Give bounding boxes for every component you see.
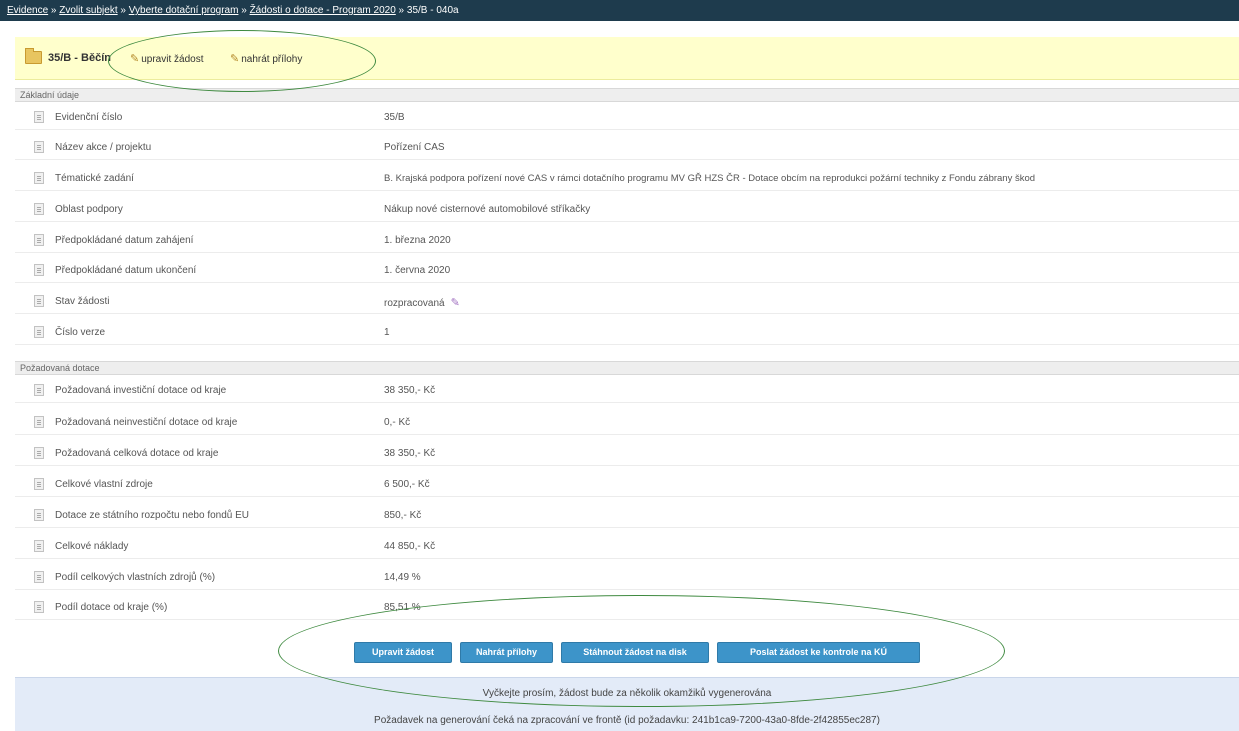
row-label: Tématické zadání (55, 173, 134, 184)
document-icon (34, 416, 44, 428)
row-label: Požadovaná celková dotace od kraje (55, 448, 219, 459)
row-value: 0,- Kč (384, 417, 411, 428)
document-icon (34, 295, 44, 307)
document-icon (34, 326, 44, 338)
detail-row: Podíl celkových vlastních zdrojů (%) 14,… (15, 565, 1239, 590)
row-value: B. Krajská podpora pořízení nové CAS v r… (384, 173, 1036, 184)
row-value: 38 350,- Kč (384, 448, 436, 459)
generation-wait-message: Vyčkejte prosím, žádost bude za několik … (482, 688, 772, 699)
row-label: Celkové náklady (55, 541, 129, 552)
breadcrumb-separator: » (120, 5, 126, 16)
row-value: Nákup nové cisternové automobilové střík… (384, 204, 591, 215)
detail-row: Evidenční číslo 35/B (15, 105, 1239, 130)
document-icon (34, 141, 44, 153)
document-icon (34, 111, 44, 123)
row-label: Oblast podpory (55, 204, 123, 215)
document-icon (34, 601, 44, 613)
upload-attachments-button[interactable]: Nahrát přílohy (460, 642, 553, 663)
row-label: Číslo verze (55, 327, 106, 338)
row-value: 35/B (384, 112, 405, 123)
detail-row: Číslo verze 1 (15, 320, 1239, 345)
detail-row: Celkové vlastní zdroje 6 500,- Kč (15, 472, 1239, 497)
download-application-button[interactable]: Stáhnout žádost na disk (561, 642, 709, 663)
folder-icon (25, 48, 42, 64)
page-title: 35/B - Běčín (48, 52, 111, 64)
row-label: Dotace ze státního rozpočtu nebo fondů E… (55, 510, 250, 521)
detail-row: Podíl dotace od kraje (%) 85,51 % (15, 595, 1239, 620)
detail-row: Předpokládané datum ukončení 1. června 2… (15, 258, 1239, 283)
breadcrumb-link-program[interactable]: Vyberte dotační program (129, 5, 239, 16)
row-label: Celkové vlastní zdroje (55, 479, 153, 490)
edit-application-link-label: upravit žádost (141, 54, 204, 65)
send-for-review-button[interactable]: Poslat žádost ke kontrole na KÚ (717, 642, 920, 663)
breadcrumb-link-applications[interactable]: Žádosti o dotace - Program 2020 (250, 5, 396, 16)
detail-row: Požadovaná neinvestiční dotace od kraje … (15, 410, 1239, 435)
document-icon (34, 571, 44, 583)
upload-attachments-link-label: nahrát přílohy (241, 54, 303, 65)
generation-status-box: Vyčkejte prosím, žádost bude za několik … (15, 677, 1239, 731)
row-label: Předpokládané datum ukončení (55, 265, 197, 276)
section-header-subsidy: Požadovaná dotace (15, 361, 1239, 375)
pencil-icon: ✎ (230, 53, 240, 65)
document-icon (34, 172, 44, 184)
document-icon (34, 478, 44, 490)
application-title-bar: 35/B - Běčín ✎ upravit žádost ✎ nahrát pří… (15, 37, 1239, 80)
document-icon (34, 540, 44, 552)
row-label: Podíl celkových vlastních zdrojů (%) (55, 572, 216, 583)
detail-row: Celkové náklady 44 850,- Kč (15, 534, 1239, 559)
row-value: 1 (384, 327, 390, 338)
detail-row: Předpokládané datum zahájení 1. března 2… (15, 228, 1239, 253)
row-label: Požadovaná investiční dotace od kraje (55, 385, 227, 396)
row-value: 38 350,- Kč (384, 385, 436, 396)
status-text: rozpracovaná (384, 298, 445, 309)
row-value: 44 850,- Kč (384, 541, 436, 552)
row-value: 14,49 % (384, 572, 421, 583)
row-label: Evidenční číslo (55, 112, 123, 123)
breadcrumb-separator: » (398, 5, 405, 16)
breadcrumb-current: 35/B - 040a (406, 5, 459, 16)
row-label: Předpokládané datum zahájení (55, 235, 194, 246)
edit-application-link[interactable]: ✎ upravit žádost (130, 52, 203, 65)
row-value: 850,- Kč (384, 510, 422, 521)
row-label: Název akce / projektu (55, 142, 152, 153)
row-value: 1. března 2020 (384, 235, 451, 246)
detail-row: Stav žádosti rozpracovaná ✎ (15, 289, 1239, 314)
upload-attachments-link[interactable]: ✎ nahrát přílohy (230, 52, 302, 65)
row-label: Podíl dotace od kraje (%) (55, 602, 168, 613)
breadcrumb-separator: » (50, 5, 57, 16)
row-value: 85,51 % (384, 602, 421, 613)
detail-row: Požadovaná investiční dotace od kraje 38… (15, 378, 1239, 403)
edit-status-icon: ✎ (450, 297, 460, 309)
breadcrumb-separator: » (241, 5, 247, 16)
document-icon (34, 234, 44, 246)
action-buttons: Upravit žádost Nahrát přílohy Stáhnout ž… (0, 642, 1239, 664)
breadcrumb-link-subject[interactable]: Zvolit subjekt (59, 5, 117, 16)
row-label: Stav žádosti (55, 296, 110, 307)
row-value: 6 500,- Kč (384, 479, 430, 490)
document-icon (34, 264, 44, 276)
row-value: Pořízení CAS (384, 142, 445, 153)
detail-row: Požadovaná celková dotace od kraje 38 35… (15, 441, 1239, 466)
detail-row: Oblast podpory Nákup nové cisternové aut… (15, 197, 1239, 222)
edit-application-button[interactable]: Upravit žádost (354, 642, 452, 663)
generation-queue-message: Požadavek na generování čeká na zpracová… (374, 715, 880, 726)
document-icon (34, 203, 44, 215)
detail-row: Dotace ze státního rozpočtu nebo fondů E… (15, 503, 1239, 528)
detail-row: Tématické zadání B. Krajská podpora poří… (15, 166, 1239, 191)
detail-row: Název akce / projektu Pořízení CAS (15, 135, 1239, 160)
document-icon (34, 447, 44, 459)
breadcrumb: Evidence » Zvolit subjekt » Vyberte dota… (0, 0, 1239, 21)
row-value: 1. června 2020 (384, 265, 451, 276)
row-value: rozpracovaná ✎ (384, 296, 460, 309)
pencil-icon: ✎ (130, 53, 140, 65)
breadcrumb-link-evidence[interactable]: Evidence (7, 5, 48, 16)
document-icon (34, 509, 44, 521)
section-header-basic: Základní údaje (15, 88, 1239, 102)
row-label: Požadovaná neinvestiční dotace od kraje (55, 417, 238, 428)
document-icon (34, 384, 44, 396)
